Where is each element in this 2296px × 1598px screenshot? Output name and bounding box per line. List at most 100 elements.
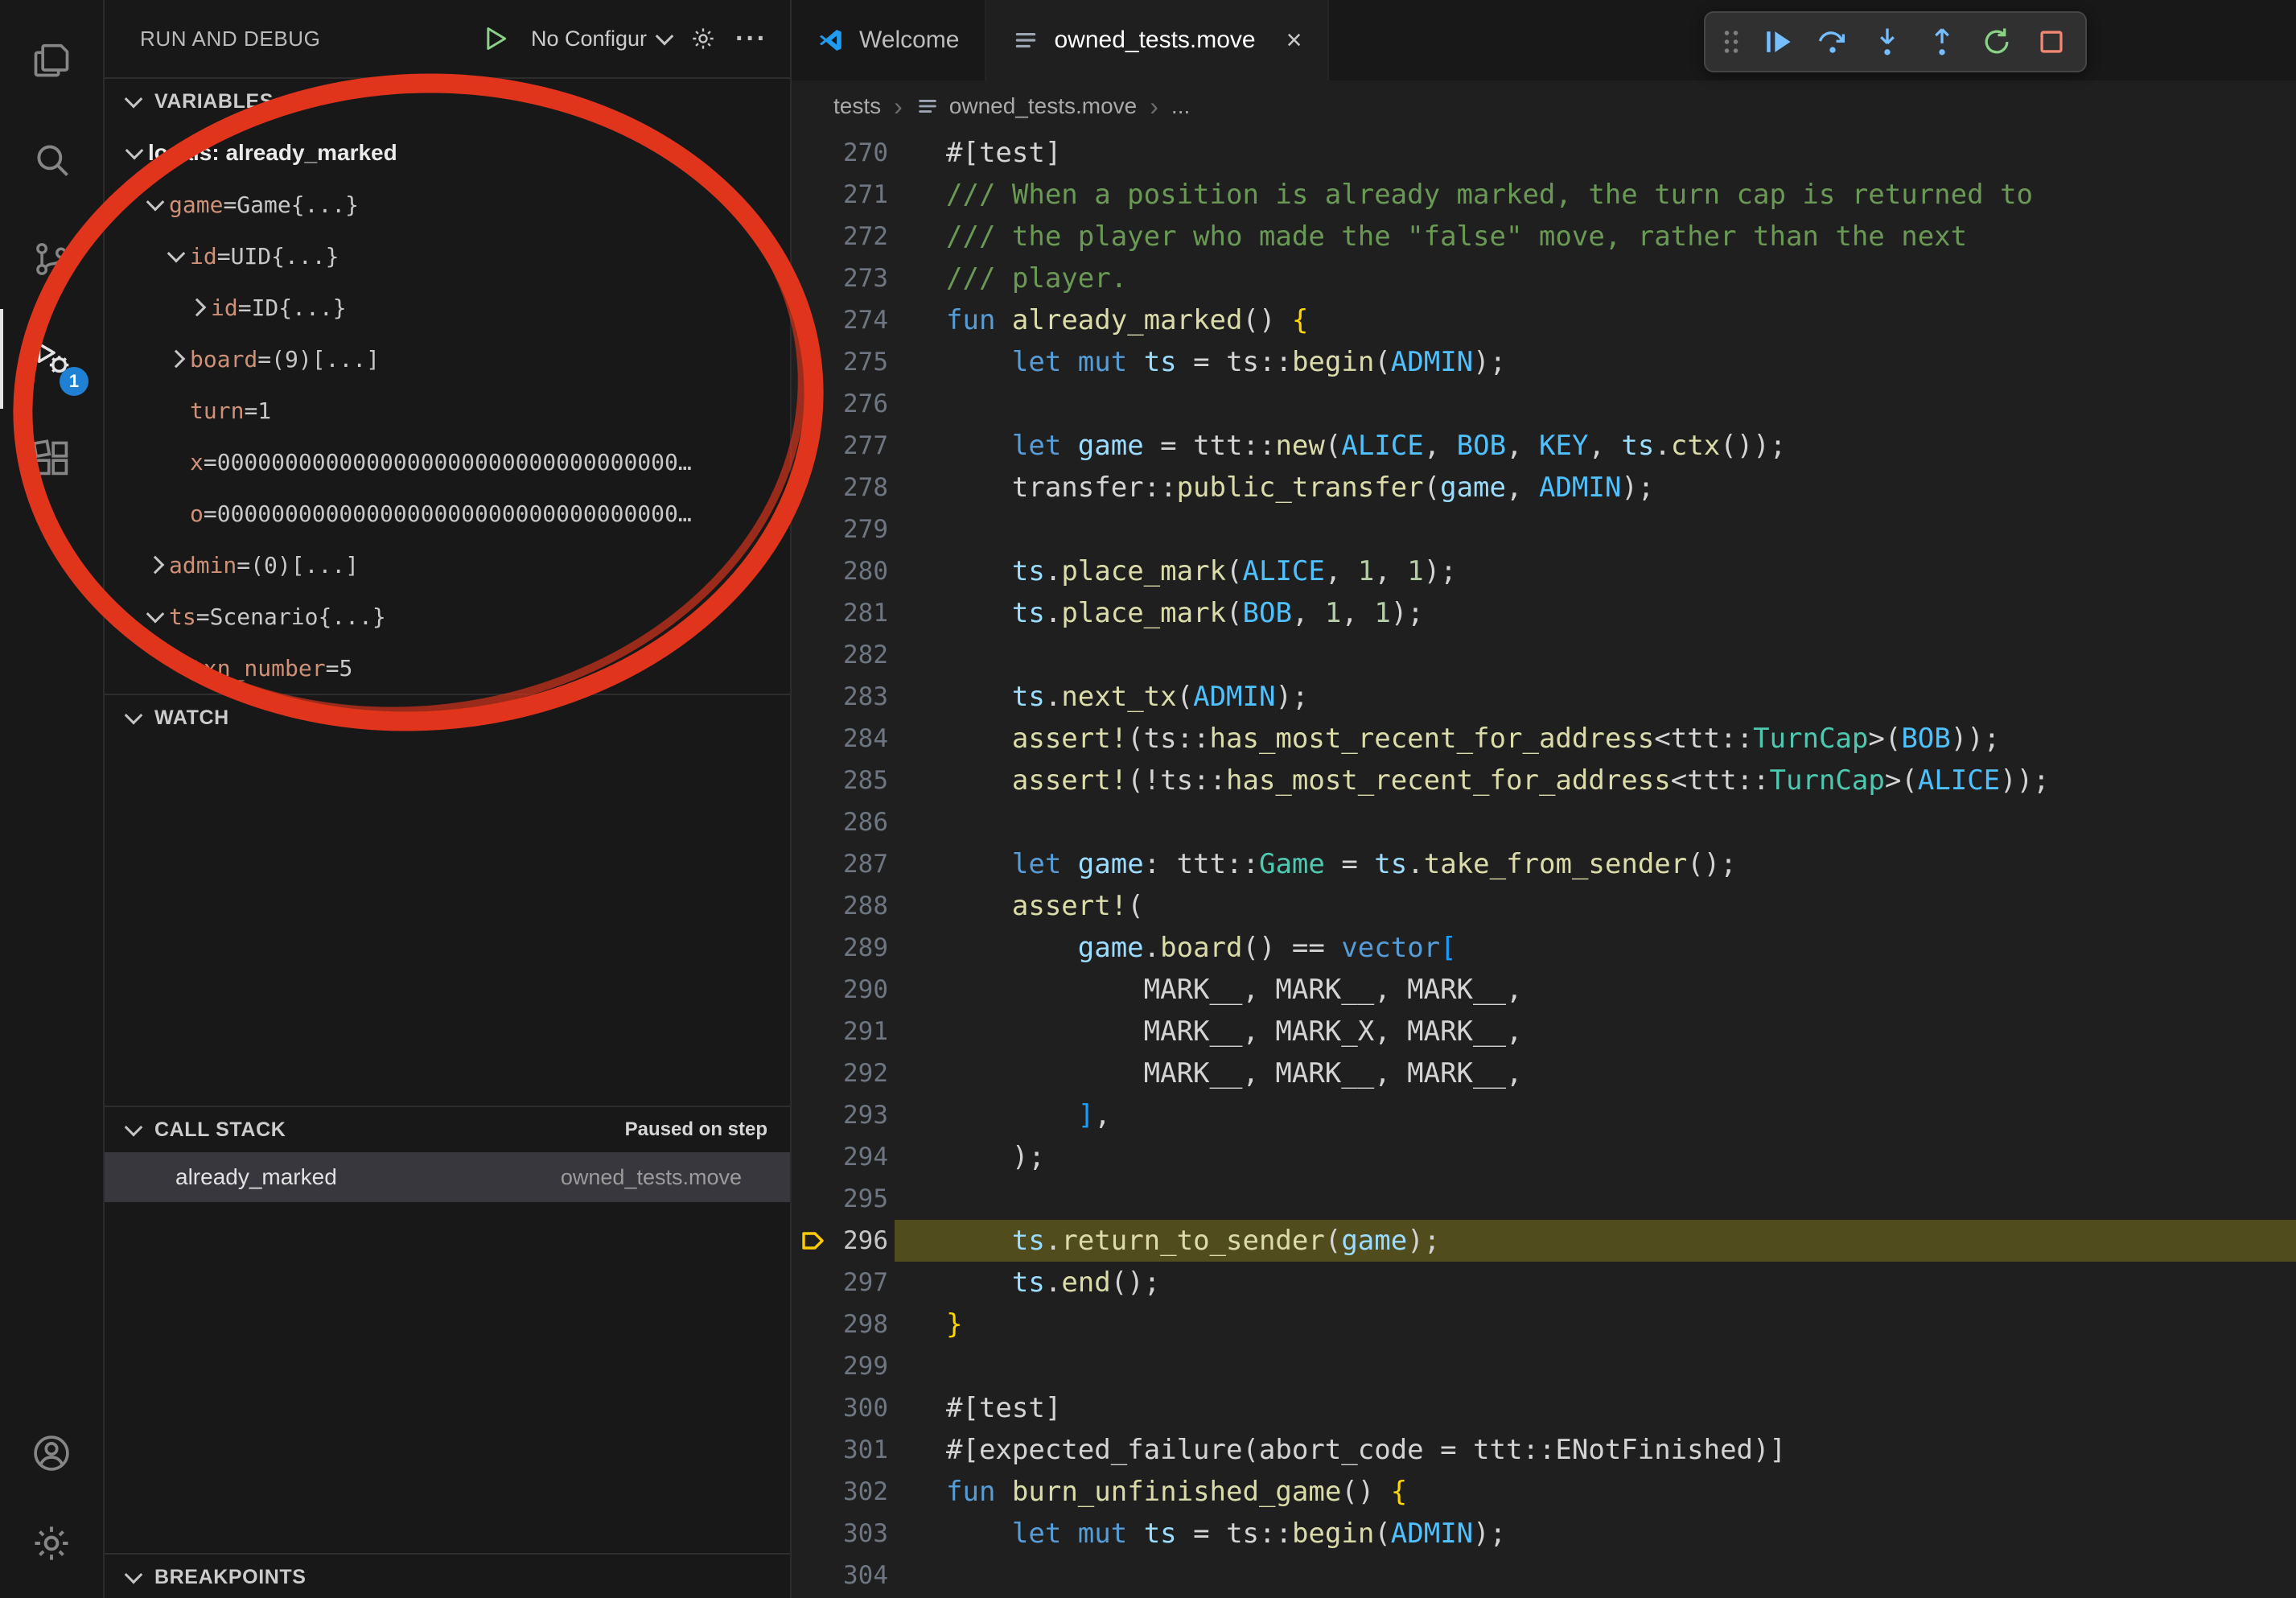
code-text[interactable]: MARK__, MARK__, MARK__,: [895, 1052, 2296, 1094]
step-into-button[interactable]: [1862, 16, 1913, 68]
code-text[interactable]: let mut ts = ts::begin(ADMIN);: [895, 1513, 2296, 1555]
activity-bar-manage[interactable]: [0, 1498, 103, 1588]
line-number[interactable]: 286: [843, 801, 888, 843]
line-number[interactable]: 298: [843, 1304, 888, 1345]
variables-section-header[interactable]: VARIABLES: [105, 79, 790, 124]
variable-row[interactable]: id = ID{...}: [105, 282, 790, 333]
activity-bar-accounts[interactable]: [0, 1408, 103, 1498]
code-text[interactable]: MARK__, MARK_X, MARK__,: [895, 1011, 2296, 1052]
breadcrumb-item[interactable]: owned_tests.move: [916, 93, 1137, 119]
line-number[interactable]: 277: [843, 425, 888, 467]
code-text[interactable]: MARK__, MARK__, MARK__,: [895, 969, 2296, 1011]
variable-row[interactable]: txn_number = 5: [105, 642, 790, 694]
line-number[interactable]: 294: [843, 1136, 888, 1178]
code-text[interactable]: fun already_marked() {: [895, 299, 2296, 341]
code-text[interactable]: );: [895, 1136, 2296, 1178]
code-text[interactable]: [895, 509, 2296, 550]
gutter[interactable]: 298: [792, 1304, 895, 1345]
code-text[interactable]: fun burn_unfinished_game() {: [895, 1471, 2296, 1513]
line-number[interactable]: 289: [843, 927, 888, 969]
code-text[interactable]: ts.end();: [895, 1262, 2296, 1304]
gutter[interactable]: 272: [792, 216, 895, 257]
activity-bar-source-control[interactable]: [0, 209, 103, 309]
line-number[interactable]: 275: [843, 341, 888, 383]
line-number[interactable]: 299: [843, 1345, 888, 1387]
gutter[interactable]: 299: [792, 1345, 895, 1387]
line-number[interactable]: 283: [843, 676, 888, 718]
gutter[interactable]: 294: [792, 1136, 895, 1178]
code-text[interactable]: ts.place_mark(ALICE, 1, 1);: [895, 550, 2296, 592]
gutter[interactable]: 281: [792, 592, 895, 634]
step-out-button[interactable]: [1916, 16, 1968, 68]
gutter[interactable]: 286: [792, 801, 895, 843]
gutter[interactable]: 274: [792, 299, 895, 341]
code-text[interactable]: ts.place_mark(BOB, 1, 1);: [895, 592, 2296, 634]
gutter[interactable]: 289: [792, 927, 895, 969]
gear-icon[interactable]: [690, 26, 716, 51]
line-number[interactable]: 281: [843, 592, 888, 634]
debug-config-dropdown[interactable]: No Configur: [531, 27, 671, 51]
gutter[interactable]: 295: [792, 1178, 895, 1220]
code-text[interactable]: assert!(!ts::has_most_recent_for_address…: [895, 760, 2296, 801]
line-number[interactable]: 282: [843, 634, 888, 676]
gutter[interactable]: 293: [792, 1094, 895, 1136]
variable-row[interactable]: ts = Scenario{...}: [105, 591, 790, 642]
code-text[interactable]: assert!(: [895, 885, 2296, 927]
code-text[interactable]: let mut ts = ts::begin(ADMIN);: [895, 341, 2296, 383]
stack-frame[interactable]: already_markedowned_tests.move: [105, 1152, 790, 1202]
gutter[interactable]: 303: [792, 1513, 895, 1555]
line-number[interactable]: 279: [843, 509, 888, 550]
line-number[interactable]: 287: [843, 843, 888, 885]
line-number[interactable]: 291: [843, 1011, 888, 1052]
gutter[interactable]: 297: [792, 1262, 895, 1304]
close-icon[interactable]: ×: [1286, 27, 1302, 54]
gutter[interactable]: 292: [792, 1052, 895, 1094]
gutter[interactable]: 278: [792, 467, 895, 509]
line-number[interactable]: 292: [843, 1052, 888, 1094]
gutter[interactable]: 291: [792, 1011, 895, 1052]
gutter[interactable]: 280: [792, 550, 895, 592]
line-number[interactable]: 297: [843, 1262, 888, 1304]
tab-owned-tests-move[interactable]: owned_tests.move×: [986, 0, 1329, 80]
code-text[interactable]: /// When a position is already marked, t…: [895, 174, 2296, 216]
code-text[interactable]: }: [895, 1304, 2296, 1345]
gutter[interactable]: 271: [792, 174, 895, 216]
gutter[interactable]: 290: [792, 969, 895, 1011]
tab-welcome[interactable]: Welcome: [792, 0, 986, 80]
stop-button[interactable]: [2026, 16, 2077, 68]
variable-row[interactable]: o = 0000000000000000000000000000000000…: [105, 488, 790, 539]
code-text[interactable]: [895, 1178, 2296, 1220]
variable-row[interactable]: board = (9)[...]: [105, 333, 790, 385]
line-number[interactable]: 274: [843, 299, 888, 341]
gutter[interactable]: 275: [792, 341, 895, 383]
watch-section-header[interactable]: WATCH: [105, 695, 790, 740]
code-text[interactable]: let game = ttt::new(ALICE, BOB, KEY, ts.…: [895, 425, 2296, 467]
activity-bar-explorer[interactable]: [0, 10, 103, 109]
restart-button[interactable]: [1971, 16, 2022, 68]
code-text[interactable]: transfer::public_transfer(game, ADMIN);: [895, 467, 2296, 509]
line-number[interactable]: 290: [843, 969, 888, 1011]
drag-handle[interactable]: [1714, 16, 1749, 68]
gutter[interactable]: 288: [792, 885, 895, 927]
step-over-button[interactable]: [1807, 16, 1858, 68]
code-text[interactable]: #[test]: [895, 1387, 2296, 1429]
breadcrumb-item[interactable]: ...: [1171, 93, 1190, 119]
activity-bar-extensions[interactable]: [0, 409, 103, 509]
activity-bar-search[interactable]: [0, 109, 103, 209]
activity-bar-run-and-debug[interactable]: 1: [0, 309, 103, 409]
code-text[interactable]: /// player.: [895, 257, 2296, 299]
variable-row[interactable]: x = 0000000000000000000000000000000000…: [105, 436, 790, 488]
code-text[interactable]: game.board() == vector[: [895, 927, 2296, 969]
call-stack-section-header[interactable]: CALL STACK Paused on step: [105, 1107, 790, 1152]
code-text[interactable]: let game: ttt::Game = ts.take_from_sende…: [895, 843, 2296, 885]
gutter[interactable]: 284: [792, 718, 895, 760]
code-text[interactable]: /// the player who made the "false" move…: [895, 216, 2296, 257]
line-number[interactable]: 280: [843, 550, 888, 592]
more-actions-icon[interactable]: ···: [735, 23, 767, 55]
line-number[interactable]: 278: [843, 467, 888, 509]
line-number[interactable]: 301: [843, 1429, 888, 1471]
gutter[interactable]: 287: [792, 843, 895, 885]
code-text[interactable]: [895, 1555, 2296, 1596]
line-number[interactable]: 300: [843, 1387, 888, 1429]
variable-row[interactable]: turn = 1: [105, 385, 790, 436]
